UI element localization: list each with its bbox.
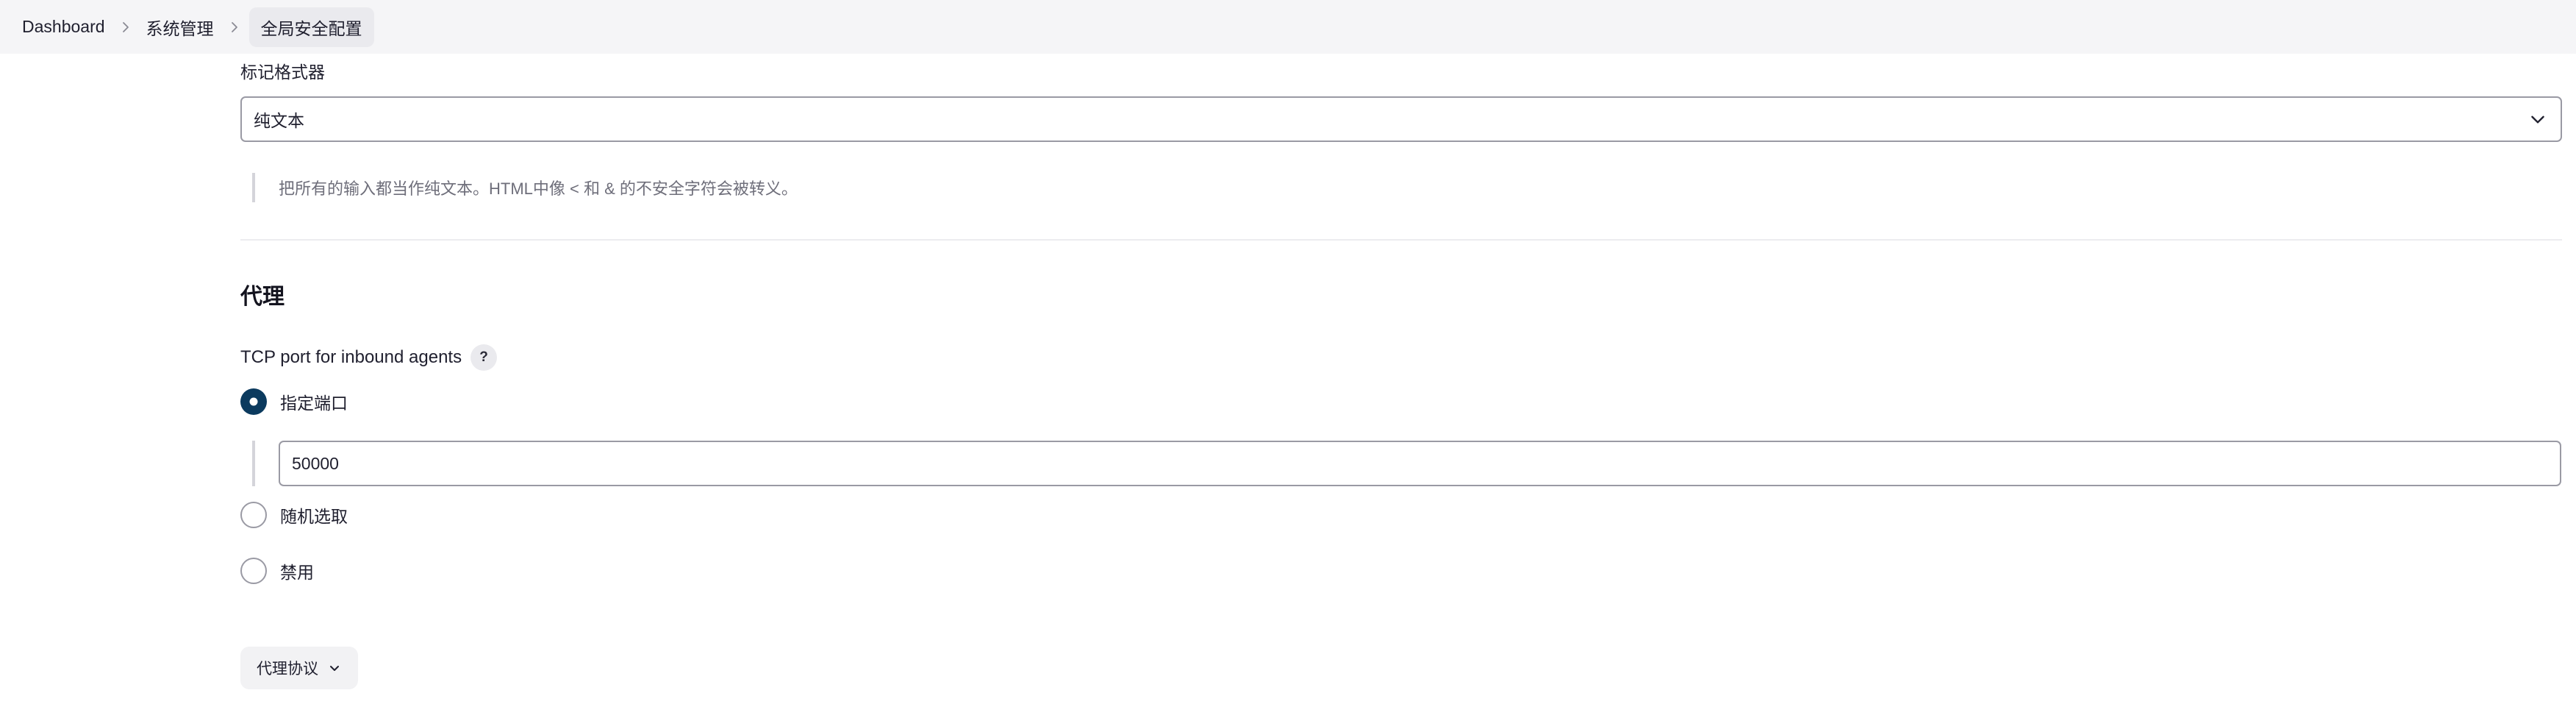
radio-label-disable[interactable]: 禁用: [280, 558, 314, 583]
radio-button-checked[interactable]: [240, 388, 267, 415]
chevron-down-icon: [2531, 115, 2544, 124]
radio-option-fixed-port[interactable]: 指定端口: [240, 388, 348, 415]
breadcrumb-system-management[interactable]: 系统管理: [146, 9, 214, 46]
radio-button[interactable]: [240, 558, 267, 584]
markup-formatter-help-text: 把所有的输入都当作纯文本。HTML中像 < 和 & 的不安全字符会被转义。: [279, 179, 798, 198]
port-input[interactable]: [279, 441, 2561, 486]
breadcrumb: Dashboard 系统管理 全局安全配置: [0, 0, 2576, 54]
breadcrumb-global-security[interactable]: 全局安全配置: [248, 7, 374, 47]
markup-formatter-selected-value: 纯文本: [254, 111, 304, 130]
radio-option-disable[interactable]: 禁用: [240, 558, 314, 584]
chevron-down-icon: [330, 666, 339, 671]
agent-protocols-label: 代理协议: [257, 661, 318, 678]
agent-protocols-button[interactable]: 代理协议: [240, 647, 358, 689]
radio-button[interactable]: [240, 502, 267, 528]
help-icon[interactable]: ?: [471, 344, 498, 371]
section-divider: [240, 239, 2562, 241]
markup-formatter-label: 标记格式器: [240, 63, 325, 82]
markup-formatter-select[interactable]: 纯文本: [240, 96, 2562, 142]
radio-option-random[interactable]: 随机选取: [240, 502, 348, 528]
chevron-right-icon: [105, 16, 146, 38]
port-input-wrapper: [252, 441, 2561, 486]
radio-label-fixed-port[interactable]: 指定端口: [280, 389, 348, 414]
breadcrumb-dashboard[interactable]: Dashboard: [22, 11, 105, 43]
radio-label-random[interactable]: 随机选取: [280, 502, 348, 527]
markup-formatter-help: 把所有的输入都当作纯文本。HTML中像 < 和 & 的不安全字符会被转义。: [252, 173, 798, 202]
agents-section-title: 代理: [240, 285, 285, 309]
tcp-port-label-text: TCP port for inbound agents: [240, 347, 462, 367]
tcp-port-label: TCP port for inbound agents ?: [240, 344, 498, 371]
